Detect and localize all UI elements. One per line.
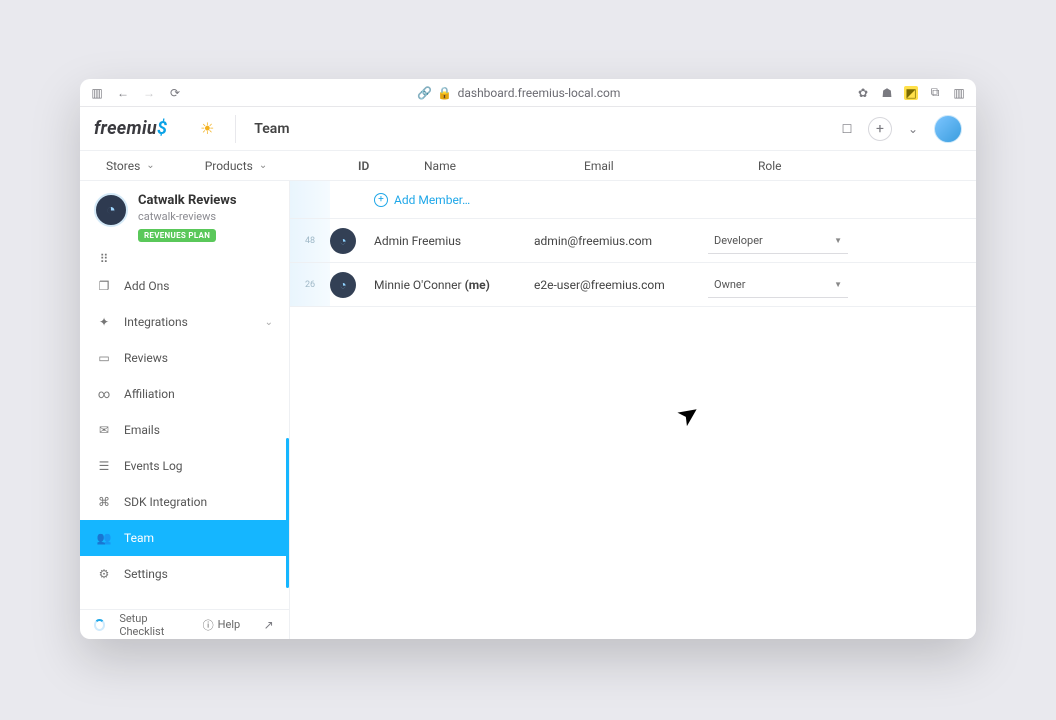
share-icon: ∞	[96, 386, 112, 402]
role-select[interactable]: Owner ▼	[708, 272, 848, 298]
settings-icon: ⚙	[96, 566, 112, 582]
sidebar-item-sdk[interactable]: ⌘ SDK Integration	[80, 484, 289, 520]
user-avatar[interactable]	[934, 115, 962, 143]
chevron-down-icon[interactable]: ⌄	[906, 122, 920, 136]
plus-icon: +	[374, 193, 388, 207]
mail-icon: ✉	[96, 422, 112, 438]
product-icon: ◔	[94, 193, 128, 227]
row-id: 48	[290, 219, 330, 262]
sidebar-item-integrations[interactable]: ✦ Integrations ⌄	[80, 304, 289, 340]
url-text[interactable]: dashboard.freemius-local.com	[458, 86, 621, 100]
integrations-icon: ✦	[96, 314, 112, 330]
note-icon[interactable]: ◩	[904, 86, 918, 100]
col-email: Email	[584, 159, 758, 173]
setup-checklist-link[interactable]: Setup Checklist	[119, 612, 188, 638]
browser-chrome: ▥ ← → ⟳ 🔗 🔒 dashboard.freemius-local.com…	[80, 79, 976, 107]
share-icon[interactable]: ↗	[262, 618, 275, 632]
log-icon: ☰	[96, 458, 112, 474]
tab-stores[interactable]: Stores⌄	[106, 159, 155, 173]
chevron-down-icon: ▼	[834, 236, 842, 245]
sidebar-item-affiliation[interactable]: ∞ Affiliation	[80, 376, 289, 412]
sidebar-menu: ⠿ ❐ Add Ons ✦ Integrations ⌄ ▭ Reviews	[80, 250, 289, 609]
main-content: + Add Member… 48 ◔ Admin Freemius admin@…	[290, 181, 976, 639]
table-row[interactable]: 26 ◔ Minnie O'Conner (me) e2e-user@freem…	[290, 263, 976, 307]
row-strip	[290, 181, 330, 218]
add-button[interactable]: +	[868, 117, 892, 141]
sidebar-item-settings[interactable]: ⚙ Settings	[80, 556, 289, 592]
member-name: Admin Freemius	[374, 234, 534, 248]
help-link[interactable]: ⓘHelp	[203, 617, 241, 633]
sidebar: ◔ Catwalk Reviews catwalk-reviews REVENU…	[80, 181, 290, 639]
grid-icon: ⠿	[96, 251, 112, 267]
app-window: ▥ ← → ⟳ 🔗 🔒 dashboard.freemius-local.com…	[80, 79, 976, 639]
bookmark-icon[interactable]: ☐	[840, 122, 854, 136]
sidebar-footer: Setup Checklist ⓘHelp ↗	[80, 609, 289, 639]
sidebar-toggle-icon[interactable]: ▥	[90, 86, 104, 100]
member-name: Minnie O'Conner (me)	[374, 278, 534, 292]
col-name: Name	[424, 159, 584, 173]
logo[interactable]: freemiu$	[94, 118, 167, 139]
help-icon: ⓘ	[203, 617, 214, 633]
link-icon: 🔗	[418, 86, 432, 100]
divider	[235, 115, 236, 143]
nav-tabs: Stores⌄ Products⌄ ID Name Email Role	[80, 151, 976, 181]
chevron-down-icon: ⌄	[265, 317, 273, 328]
puzzle-icon: ❐	[96, 278, 112, 294]
team-icon: 👥	[96, 530, 112, 546]
spinner-icon	[94, 619, 105, 631]
forward-icon[interactable]: →	[142, 86, 156, 100]
back-icon[interactable]: ←	[116, 86, 130, 100]
table-row[interactable]: 48 ◔ Admin Freemius admin@freemius.com D…	[290, 219, 976, 263]
member-avatar-icon: ◔	[330, 272, 356, 298]
lock-icon: 🔒	[438, 86, 452, 100]
row-id: 26	[290, 263, 330, 306]
panels-icon[interactable]: ▥	[952, 86, 966, 100]
member-email: admin@freemius.com	[534, 234, 708, 248]
reload-icon[interactable]: ⟳	[168, 86, 182, 100]
add-member-button[interactable]: + Add Member…	[374, 193, 470, 207]
member-email: e2e-user@freemius.com	[534, 278, 708, 292]
product-slug: catwalk-reviews	[138, 210, 237, 223]
col-role: Role	[758, 159, 976, 173]
theme-toggle-icon[interactable]: ☀	[197, 119, 217, 139]
sidebar-item-events-log[interactable]: ☰ Events Log	[80, 448, 289, 484]
chat-icon: ▭	[96, 350, 112, 366]
scrollbar-thumb[interactable]	[286, 438, 289, 588]
add-member-row: + Add Member…	[290, 181, 976, 219]
sidebar-item-partial[interactable]: ⠿	[80, 250, 289, 268]
plan-badge: REVENUES PLAN	[138, 229, 216, 242]
copy-icon[interactable]: ⧉	[928, 86, 942, 100]
product-selector[interactable]: ◔ Catwalk Reviews catwalk-reviews REVENU…	[80, 181, 289, 250]
member-avatar-icon: ◔	[330, 228, 356, 254]
product-name: Catwalk Reviews	[138, 193, 237, 208]
gear-icon[interactable]: ✿	[856, 86, 870, 100]
sidebar-item-reviews[interactable]: ▭ Reviews	[80, 340, 289, 376]
code-icon: ⌘	[96, 494, 112, 510]
chevron-down-icon: ▼	[834, 280, 842, 289]
sidebar-item-addons[interactable]: ❐ Add Ons	[80, 268, 289, 304]
page-title: Team	[254, 121, 289, 137]
sidebar-item-emails[interactable]: ✉ Emails	[80, 412, 289, 448]
role-select[interactable]: Developer ▼	[708, 228, 848, 254]
tab-products[interactable]: Products⌄	[205, 159, 268, 173]
shield-icon[interactable]: ☗	[880, 86, 894, 100]
sidebar-item-team[interactable]: 👥 Team	[80, 520, 289, 556]
col-id: ID	[358, 159, 369, 173]
app-header: freemiu$ ☀ Team ☐ + ⌄	[80, 107, 976, 151]
